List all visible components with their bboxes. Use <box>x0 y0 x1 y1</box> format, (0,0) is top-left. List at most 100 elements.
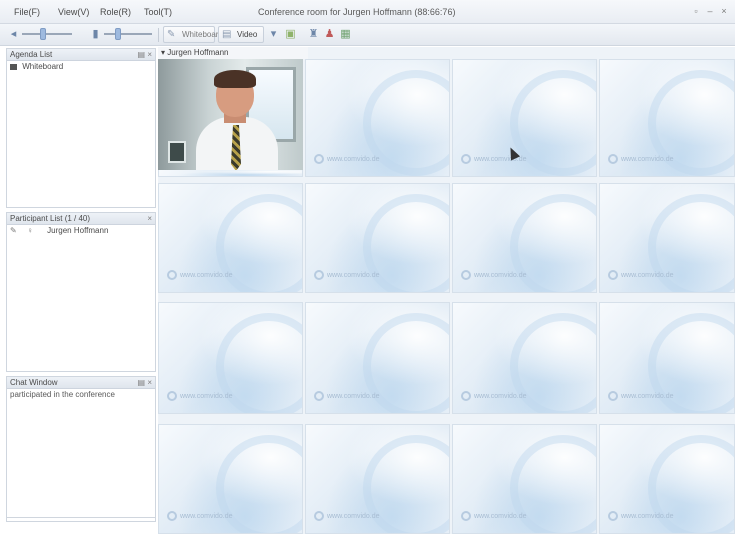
globe-icon <box>314 511 324 521</box>
agenda-panel-title: Agenda List <box>10 50 53 59</box>
empty-video-tile[interactable]: www.comvido.de <box>305 302 450 414</box>
layout-video-label: Video <box>237 30 258 39</box>
agenda-item-label: Whiteboard <box>22 62 64 71</box>
chat-message: participated in the conference <box>10 390 115 399</box>
tile-logo-text: www.comvido.de <box>327 155 380 163</box>
chat-input[interactable] <box>7 517 155 521</box>
tile-logo: www.comvido.de <box>608 270 674 280</box>
empty-video-tile[interactable]: www.comvido.de <box>452 183 597 293</box>
globe-icon <box>608 511 618 521</box>
globe-icon <box>461 391 471 401</box>
users-icon[interactable]: ♜ <box>306 27 321 42</box>
empty-video-tile[interactable]: www.comvido.de <box>452 59 597 177</box>
tile-logo-text: www.comvido.de <box>621 512 674 520</box>
mic-slider[interactable] <box>104 33 152 35</box>
menu-file[interactable]: File(F) <box>14 7 40 17</box>
minimize-icon[interactable]: – <box>704 5 716 17</box>
panel-controls[interactable]: ▤ × <box>138 377 152 388</box>
tile-logo-text: www.comvido.de <box>327 392 380 400</box>
globe-icon <box>167 511 177 521</box>
chat-panel-title: Chat Window <box>10 378 58 387</box>
tile-logo: www.comvido.de <box>167 270 233 280</box>
screen-share-icon[interactable]: ▦ <box>338 27 353 42</box>
dropdown-arrow-icon[interactable]: ▾ <box>266 27 281 42</box>
close-icon[interactable]: × <box>718 5 730 17</box>
globe-icon <box>167 391 177 401</box>
mic-slider-knob[interactable] <box>115 28 121 40</box>
tile-logo: www.comvido.de <box>314 270 380 280</box>
empty-video-tile[interactable]: www.comvido.de <box>305 183 450 293</box>
empty-video-tile[interactable]: www.comvido.de <box>158 302 303 414</box>
volume-slider-knob[interactable] <box>40 28 46 40</box>
document-icon: ▤ <box>222 29 232 40</box>
globe-icon <box>314 154 324 164</box>
video-person-hair <box>214 70 256 88</box>
video-tab[interactable]: ▾ Jurgen Hoffmann <box>158 47 308 59</box>
whiteboard-button[interactable]: ✎ Whiteboard <box>163 26 223 43</box>
globe-icon <box>461 154 471 164</box>
agenda-item[interactable]: Whiteboard <box>7 61 155 72</box>
tile-logo: www.comvido.de <box>461 511 527 521</box>
globe-icon <box>167 270 177 280</box>
volume-slider[interactable] <box>22 33 72 35</box>
tile-logo: www.comvido.de <box>167 511 233 521</box>
mic-icon: ♀ <box>26 226 33 235</box>
pen-icon: ✎ <box>10 226 17 235</box>
title-bar: File(F) View(V) Role(R) Tool(T) Conferen… <box>0 0 735 24</box>
tile-logo: www.comvido.de <box>608 391 674 401</box>
menu-view[interactable]: View(V) <box>58 7 89 17</box>
tile-logo: www.comvido.de <box>461 391 527 401</box>
empty-video-tile[interactable]: www.comvido.de <box>599 302 735 414</box>
tile-logo-text: www.comvido.de <box>180 512 233 520</box>
panel-controls[interactable]: ▤ × <box>138 49 152 60</box>
empty-video-tile[interactable]: www.comvido.de <box>305 59 450 177</box>
empty-video-tile <box>158 170 303 177</box>
video-picture-frame <box>168 141 186 163</box>
tile-logo-text: www.comvido.de <box>474 512 527 520</box>
pen-icon: ✎ <box>167 29 176 40</box>
menu-role[interactable]: Role(R) <box>100 7 131 17</box>
empty-video-tile[interactable]: www.comvido.de <box>599 59 735 177</box>
panel-close-icon[interactable]: × <box>147 213 152 224</box>
tile-logo-text: www.comvido.de <box>327 271 380 279</box>
tile-logo-text: www.comvido.de <box>474 271 527 279</box>
tile-logo-text: www.comvido.de <box>180 271 233 279</box>
empty-video-tile[interactable]: www.comvido.de <box>158 424 303 534</box>
tile-logo-text: www.comvido.de <box>621 155 674 163</box>
window-title: Conference room for Jurgen Hoffmann (88:… <box>258 7 456 17</box>
globe-icon <box>314 391 324 401</box>
tile-logo-text: www.comvido.de <box>180 392 233 400</box>
microphone-icon: ▮ <box>92 28 99 40</box>
toolbar-separator <box>158 28 159 42</box>
participant-panel-header: Participant List (1 / 40) × <box>7 213 155 225</box>
tile-logo-text: www.comvido.de <box>327 512 380 520</box>
globe-icon <box>608 154 618 164</box>
video-tab-label: Jurgen Hoffmann <box>167 48 229 57</box>
participant-panel: Participant List (1 / 40) × ✎ ♀ Jurgen H… <box>6 212 156 372</box>
participant-video[interactable] <box>158 59 303 170</box>
tile-logo: www.comvido.de <box>608 511 674 521</box>
empty-video-tile[interactable]: www.comvido.de <box>452 302 597 414</box>
participant-row[interactable]: ✎ ♀ Jurgen Hoffmann <box>7 225 155 236</box>
empty-video-tile[interactable]: www.comvido.de <box>158 183 303 293</box>
layout-video-button[interactable]: ▤ Video <box>218 26 264 43</box>
restore-icon[interactable]: ▫ <box>690 5 702 17</box>
speaker-icon: ◂ <box>10 28 17 40</box>
agenda-panel: Agenda List ▤ × Whiteboard <box>6 48 156 208</box>
empty-video-tile[interactable]: www.comvido.de <box>452 424 597 534</box>
whiteboard-icon <box>10 63 17 70</box>
empty-video-tile[interactable]: www.comvido.de <box>305 424 450 534</box>
agenda-panel-header: Agenda List ▤ × <box>7 49 155 61</box>
empty-video-tile[interactable]: www.comvido.de <box>599 424 735 534</box>
tile-logo: www.comvido.de <box>314 154 380 164</box>
tile-logo: www.comvido.de <box>608 154 674 164</box>
camera-icon[interactable]: ▣ <box>283 27 298 42</box>
globe-icon <box>608 270 618 280</box>
menu-tool[interactable]: Tool(T) <box>144 7 172 17</box>
tile-logo: www.comvido.de <box>314 391 380 401</box>
participant-name: Jurgen Hoffmann <box>47 226 109 235</box>
whiteboard-button-label: Whiteboard <box>182 30 223 39</box>
user-red-icon[interactable]: ♟ <box>322 27 337 42</box>
tile-logo: www.comvido.de <box>167 391 233 401</box>
empty-video-tile[interactable]: www.comvido.de <box>599 183 735 293</box>
